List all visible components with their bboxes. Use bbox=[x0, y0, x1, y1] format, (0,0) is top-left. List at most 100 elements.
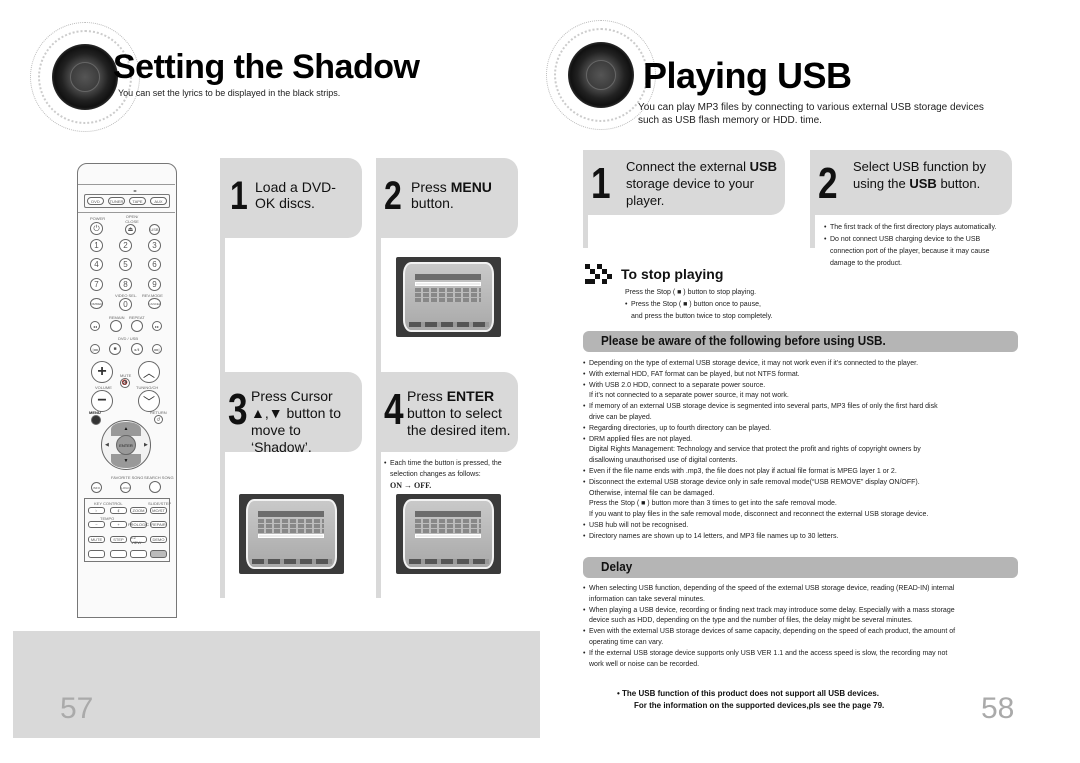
mode-button-tuner[interactable]: TUNER bbox=[108, 197, 125, 205]
cursor-up-button[interactable]: ▲ bbox=[111, 422, 141, 436]
mo-st-button[interactable]: MO/ST bbox=[150, 507, 167, 514]
rewind-button[interactable]: ◂◂ bbox=[90, 321, 100, 331]
cursor-right-icon[interactable]: ▶ bbox=[144, 442, 148, 448]
delay-item-continuation: information can take several minutes. bbox=[589, 595, 705, 603]
mode-button-tape[interactable]: TAPE bbox=[129, 197, 146, 205]
remain-button[interactable] bbox=[110, 320, 122, 332]
digit-9-button[interactable]: 9 bbox=[148, 278, 161, 291]
usb-caution-item-continuation: drive can be played. bbox=[589, 413, 652, 421]
timer-onoff-button[interactable] bbox=[88, 550, 105, 558]
cd-sync-button[interactable] bbox=[150, 550, 167, 558]
step-2-box: 2 Press MENU button. bbox=[376, 158, 518, 238]
slide-label: SLIDE/STEP bbox=[148, 501, 172, 506]
usb-caution-item: Disconnect the external USB storage devi… bbox=[583, 478, 1023, 489]
subtitle-button[interactable] bbox=[130, 550, 147, 558]
usb-caution-item-continuation: If you want to play files in the safe re… bbox=[589, 511, 929, 519]
menu-button[interactable] bbox=[91, 415, 101, 425]
step-4-text: Press ENTER button to select the desired… bbox=[407, 388, 511, 438]
delay-item: When selecting USB function, depending o… bbox=[583, 584, 1023, 595]
digit-0-button[interactable]: 0 bbox=[119, 298, 132, 311]
digit-1-button[interactable]: 1 bbox=[90, 239, 103, 252]
usb-step-2-note: Do not connect USB charging device to th… bbox=[824, 234, 1004, 270]
step-4-note: Each time the button is pressed, the sel… bbox=[384, 458, 524, 491]
page-subtitle: You can set the lyrics to be displayed i… bbox=[118, 88, 341, 98]
digit-7-button[interactable]: 7 bbox=[90, 278, 103, 291]
mode-button-dvd[interactable]: DVD bbox=[87, 197, 104, 205]
cursor-down-button[interactable]: ▼ bbox=[111, 454, 141, 468]
logo-button[interactable]: LOGO bbox=[120, 482, 131, 493]
usb-caution-item: Even if the file name ends with .mp3, th… bbox=[583, 467, 1023, 478]
step-3-number: 3 bbox=[228, 385, 248, 434]
usb-button[interactable]: USB bbox=[149, 224, 160, 235]
delay-item-continuation: work well or noise can be recorded. bbox=[589, 660, 700, 668]
info-button[interactable]: INFO bbox=[91, 482, 102, 493]
digit-8-button[interactable]: 8 bbox=[119, 278, 132, 291]
digit-2-button[interactable]: 2 bbox=[119, 239, 132, 252]
delay-bar: Delay bbox=[583, 557, 1018, 578]
dimmer-button[interactable]: DIMMER bbox=[90, 298, 103, 309]
open-close-label: OPEN/ CLOSE bbox=[125, 214, 139, 224]
tempo-up-button[interactable]: + bbox=[110, 521, 127, 528]
skip-forward-button[interactable]: ▸▸| bbox=[152, 344, 162, 354]
tuning-down-button[interactable]: ﹀ bbox=[138, 390, 160, 412]
step-3-text: Press Cursor ▲,▼ button to move to ‘Shad… bbox=[251, 388, 341, 455]
return-button[interactable]: ↺ bbox=[154, 415, 163, 424]
digit-3-button[interactable]: 3 bbox=[148, 239, 161, 252]
digit-6-button[interactable]: 6 bbox=[148, 258, 161, 271]
volume-down-button[interactable]: − bbox=[91, 390, 113, 412]
step-1-number: 1 bbox=[230, 174, 248, 218]
step-button[interactable]: STEP bbox=[110, 536, 127, 543]
volume-up-button[interactable]: + bbox=[91, 361, 113, 383]
skip-back-button[interactable]: |◂◂ bbox=[90, 344, 100, 354]
delay-item: When playing a USB device, recording or … bbox=[583, 606, 1023, 617]
arrows-icon bbox=[585, 264, 615, 286]
key-down-button[interactable]: ♭ bbox=[88, 507, 105, 514]
tuning-up-button[interactable]: ︿ bbox=[138, 361, 160, 383]
fast-forward-button[interactable]: ▸▸ bbox=[152, 321, 162, 331]
digit-4-button[interactable]: 4 bbox=[90, 258, 103, 271]
usb-caution-item: Depending on the type of external USB st… bbox=[583, 359, 1023, 370]
step-2-number: 2 bbox=[384, 174, 402, 218]
page-subtitle: You can play MP3 files by connecting to … bbox=[638, 102, 984, 126]
step-4-note-text: Each time the button is pressed, the sel… bbox=[384, 458, 524, 480]
cancel-button[interactable]: CANCEL bbox=[148, 298, 161, 309]
open-close-button[interactable]: ⏏ bbox=[125, 224, 136, 235]
page-title: Setting the Shadow bbox=[113, 48, 420, 86]
tempo-down-button[interactable]: − bbox=[88, 521, 105, 528]
step-1-box: 1 Load a DVD-OK discs. bbox=[220, 158, 362, 238]
timer-clock-button[interactable] bbox=[110, 550, 127, 558]
usb-caution-item-continuation: disallowing unauthorised use of digital … bbox=[589, 457, 738, 465]
repair-button[interactable]: REPAIR bbox=[150, 521, 167, 528]
key-up-button[interactable]: ♯ bbox=[110, 507, 127, 514]
delay-list: When selecting USB function, depending o… bbox=[583, 584, 1023, 670]
slide-step-button[interactable] bbox=[149, 481, 161, 493]
power-button[interactable]: ⏻ bbox=[90, 222, 103, 235]
mute-button[interactable]: 🔇 bbox=[120, 378, 130, 388]
page-title: Playing USB bbox=[643, 55, 852, 96]
usb-caution-item: DRM applied files are not played. bbox=[583, 435, 1023, 446]
prologic-button[interactable]: PROLOGIC bbox=[128, 521, 149, 528]
cursor-left-icon[interactable]: ◀ bbox=[105, 442, 109, 448]
usb-step-1-text: Connect the external USB storage device … bbox=[626, 159, 778, 208]
usb-caution-list: Depending on the type of external USB st… bbox=[583, 359, 1023, 543]
mode-button-aux[interactable]: AUX bbox=[150, 197, 167, 205]
delay-item-continuation: operating time can vary. bbox=[589, 638, 664, 646]
usb-step-2-note: The first track of the first directory p… bbox=[824, 222, 1004, 234]
stop-button[interactable]: ■ bbox=[109, 343, 121, 355]
play-pause-button[interactable]: ▸/‖ bbox=[131, 343, 143, 355]
tv-screen-menu bbox=[396, 257, 501, 337]
power-label: POWER bbox=[90, 216, 106, 221]
enter-button[interactable]: ENTER bbox=[116, 435, 136, 455]
demo-button[interactable]: DEMO bbox=[150, 536, 167, 543]
repeat-button[interactable] bbox=[131, 320, 143, 332]
usb-caution-item-continuation: Press the Stop ( ■ ) button more than 3 … bbox=[589, 500, 837, 508]
zoom-button[interactable]: ZOOM bbox=[130, 507, 147, 514]
digit-5-button[interactable]: 5 bbox=[119, 258, 132, 271]
step-2-text: Press MENU button. bbox=[411, 179, 492, 211]
delay-item: Even with the external USB storage devic… bbox=[583, 627, 1023, 638]
mute2-button[interactable]: MUTE bbox=[88, 536, 105, 543]
usb-caution-item-continuation: Otherwise, internal file can be damaged. bbox=[589, 489, 715, 497]
dvd-usb-label: DVD / USB bbox=[118, 336, 139, 341]
usb-caution-item: Directory names are shown up to 14 lette… bbox=[583, 532, 1023, 543]
ez-view-button[interactable]: EZ VIEW bbox=[130, 535, 147, 545]
